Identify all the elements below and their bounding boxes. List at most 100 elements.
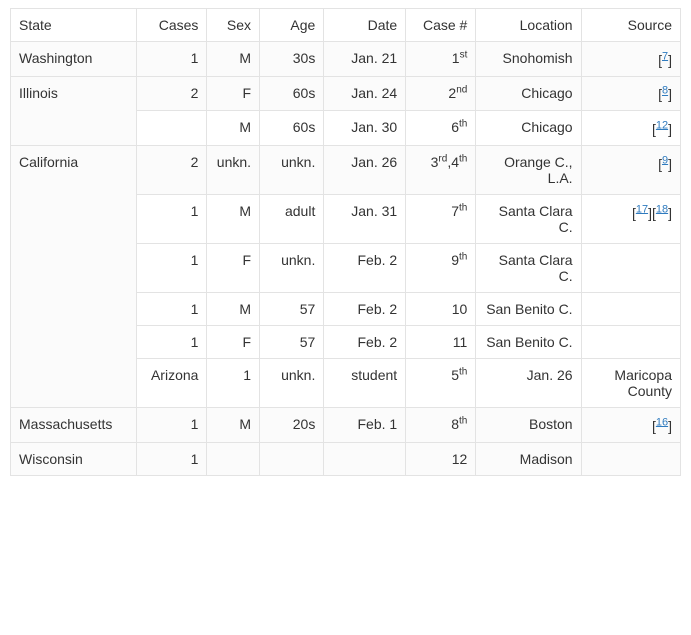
source-link[interactable]: 17 [636,203,648,215]
cell-date: Jan. 30 [324,111,406,146]
cell-date: Feb. 2 [324,243,406,292]
cell-source [581,325,680,358]
cell-source [581,442,680,475]
source-link[interactable]: 8 [662,85,668,97]
cell-date: Jan. 26 [324,145,406,194]
cell-source: [16] [581,407,680,442]
table-row: California2unkn.unkn.Jan. 263rd,4thOrang… [11,145,681,194]
cell-cases: 1 [137,325,207,358]
cell-sex: F [207,243,260,292]
cell-cases: 1 [137,243,207,292]
cell-sex: 1 [207,358,260,407]
cell-case-no: 1st [406,42,476,77]
cell-location: Chicago [476,76,581,111]
table-row: Illinois2F60sJan. 242ndChicago[8] [11,76,681,111]
cell-state: California [11,145,137,407]
cell-state: Wisconsin [11,442,137,475]
source-link[interactable]: 12 [656,119,668,131]
cell-cases: 2 [137,76,207,111]
cell-age: 60s [260,76,324,111]
cell-state: Washington [11,42,137,77]
col-state: State [11,9,137,42]
cell-case-no: 11 [406,325,476,358]
cell-age: unkn. [260,243,324,292]
col-age: Age [260,9,324,42]
cell-source: Maricopa County [581,358,680,407]
cell-age: 57 [260,325,324,358]
cell-sex: M [207,42,260,77]
table-body: Washington1M30sJan. 211stSnohomish[7]Ill… [11,42,681,476]
table-row: Wisconsin1 12Madison [11,442,681,475]
cell-location: Santa Clara C. [476,243,581,292]
cell-date: Jan. 21 [324,42,406,77]
source-link[interactable]: 16 [656,416,668,428]
cell-source: [12] [581,111,680,146]
cell-date: Jan. 24 [324,76,406,111]
cell-location: Boston [476,407,581,442]
col-sex: Sex [207,9,260,42]
cell-sex: M [207,292,260,325]
cell-age: 60s [260,111,324,146]
cell-sex: unkn. [207,145,260,194]
cell-date: Feb. 1 [324,407,406,442]
cell-sex [207,442,260,475]
cell-sex: M [207,194,260,243]
cell-sex: F [207,76,260,111]
cell-age: 30s [260,42,324,77]
cell-source [581,243,680,292]
cell-sex: F [207,325,260,358]
cell-cases: 1 [137,407,207,442]
cell-location: Santa Clara C. [476,194,581,243]
cell-cases: 2 [137,145,207,194]
table-row: Washington1M30sJan. 211stSnohomish[7] [11,42,681,77]
col-case-no: Case # [406,9,476,42]
cell-location: San Benito C. [476,292,581,325]
cell-case-no: 10 [406,292,476,325]
cell-case-no: 5th [406,358,476,407]
cell-age: adult [260,194,324,243]
cell-case-no: 8th [406,407,476,442]
cell-case-no: 2nd [406,76,476,111]
cell-sex: M [207,111,260,146]
cell-cases: 1 [137,442,207,475]
cell-source: [9] [581,145,680,194]
cell-source: [17][18] [581,194,680,243]
cell-age: unkn. [260,358,324,407]
col-location: Location [476,9,581,42]
cell-source [581,292,680,325]
cell-case-no: 12 [406,442,476,475]
cell-location: Chicago [476,111,581,146]
cases-table: State Cases Sex Age Date Case # Location… [10,8,681,476]
cell-location: Jan. 26 [476,358,581,407]
source-link[interactable]: 18 [656,203,668,215]
col-date: Date [324,9,406,42]
cell-location: Madison [476,442,581,475]
cell-cases: 1 [137,42,207,77]
cell-sex: M [207,407,260,442]
source-link[interactable]: 7 [662,50,668,62]
cell-case-no: 3rd,4th [406,145,476,194]
cell-age: unkn. [260,145,324,194]
header-row: State Cases Sex Age Date Case # Location… [11,9,681,42]
cell-location: Snohomish [476,42,581,77]
cell-location: Orange C., L.A. [476,145,581,194]
col-cases: Cases [137,9,207,42]
cell-case-no: 9th [406,243,476,292]
col-source: Source [581,9,680,42]
cell-date: Feb. 2 [324,292,406,325]
cell-cases: 1 [137,194,207,243]
cell-date: Jan. 31 [324,194,406,243]
table-row: Massachusetts1M20sFeb. 18thBoston[16] [11,407,681,442]
cell-age: 57 [260,292,324,325]
cell-state: Massachusetts [11,407,137,442]
cell-date [324,442,406,475]
cell-cases: 1 [137,292,207,325]
cell-date: Feb. 2 [324,325,406,358]
cell-age: 20s [260,407,324,442]
source-link[interactable]: 9 [662,154,668,166]
cell-case-no: 6th [406,111,476,146]
cell-cases: Arizona [137,358,207,407]
cell-location: San Benito C. [476,325,581,358]
cell-age [260,442,324,475]
cell-source: [8] [581,76,680,111]
